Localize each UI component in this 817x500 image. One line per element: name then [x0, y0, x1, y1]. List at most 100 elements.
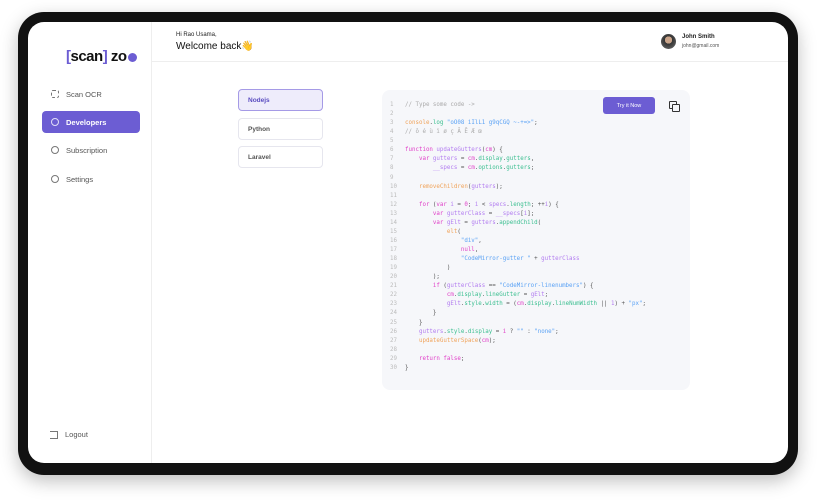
code-token: ); — [405, 274, 440, 281]
code-token: console — [405, 120, 430, 127]
sidebar-item-developers[interactable]: Developers — [42, 111, 140, 133]
code-token: lineNumWidth — [555, 301, 598, 308]
code-editor[interactable]: 1// Type some code -> 2 3 console.log "oO08… — [390, 101, 646, 373]
code-token: } — [405, 364, 409, 371]
line-number: 17 — [390, 247, 397, 253]
code-token: if — [405, 283, 440, 290]
code-line: 11 — [390, 192, 646, 201]
line-number: 14 — [390, 219, 397, 226]
code-token: gElt — [530, 292, 545, 299]
sidebar-item-scan-ocr[interactable]: Scan OCR — [42, 83, 140, 105]
code-token: } — [405, 310, 437, 317]
code-line: 29 return false; — [390, 355, 646, 364]
code-token: style — [446, 328, 465, 335]
code-line: 19 ) — [390, 264, 646, 273]
line-number: 23 — [390, 301, 397, 308]
sidebar-item-settings[interactable]: Settings — [42, 168, 140, 190]
code-token: gutterClass — [443, 210, 486, 217]
gear-icon — [51, 175, 59, 183]
code-token: cm — [516, 301, 524, 308]
line-number: 2 — [390, 111, 394, 118]
line-number: 20 — [390, 274, 397, 281]
code-token: "none" — [534, 328, 556, 335]
code-token: ; ++ — [530, 201, 545, 208]
code-token: options — [478, 165, 503, 172]
logout-label: Logout — [65, 430, 88, 439]
logout-icon — [50, 430, 58, 439]
code-line: 14 var gElt = gutters.appendChild( — [390, 219, 646, 228]
avatar[interactable] — [661, 34, 676, 49]
code-token: "px" — [628, 301, 643, 308]
code-token: gutterClass — [541, 256, 580, 263]
line-number: 24 — [390, 310, 397, 317]
welcome-title: Welcome back👋 — [176, 41, 254, 52]
code-token: cm — [481, 337, 489, 344]
line-number: 27 — [390, 337, 397, 344]
try-it-now-button[interactable]: Try it Now — [603, 97, 655, 114]
code-token: width — [485, 301, 503, 308]
code-line: 30} — [390, 364, 646, 373]
logout-button[interactable]: Logout — [50, 430, 88, 439]
code-token: = — [485, 210, 496, 217]
code-token: // ô é ù ï ø ç Ã Ē Æ œ — [405, 129, 482, 136]
code-token: ) { — [583, 283, 594, 290]
greeting: Hi Rao Usama, — [176, 32, 217, 38]
code-token: gutters — [429, 156, 458, 163]
code-line: 15 elt( — [390, 228, 646, 237]
code-token: = — [457, 165, 468, 172]
code-token: function — [405, 147, 433, 154]
code-token: "div" — [405, 237, 479, 244]
code-line: 8 __specs = cm.options.gutters; — [390, 164, 646, 173]
sidebar-item-label: Settings — [66, 174, 94, 184]
tab-nodejs[interactable]: Nodejs — [238, 89, 323, 111]
line-number: 18 — [390, 256, 397, 263]
code-token: ) — [405, 265, 451, 272]
code-token: ) { — [492, 147, 503, 154]
code-token: // Type some code -> — [405, 102, 475, 108]
code-token: , — [474, 247, 479, 253]
tab-python[interactable]: Python — [238, 118, 323, 140]
code-line: 28 — [390, 346, 646, 355]
copy-icon[interactable] — [669, 101, 680, 112]
line-number: 4 — [390, 129, 394, 136]
code-token: var — [436, 201, 447, 208]
code-token: ); — [488, 337, 496, 344]
code-line: 16 "div", — [390, 237, 646, 246]
code-token: = ( — [502, 301, 517, 308]
code-token: "" — [516, 328, 524, 335]
code-token: cm — [467, 165, 475, 172]
line-number: 25 — [390, 319, 397, 326]
code-line: 17 null, — [390, 246, 646, 255]
code-token: ; — [460, 355, 465, 362]
code-line: 25 } — [390, 319, 646, 328]
code-line: 3 console.log "oO08 iIlL1 g9qCGQ ~-+=>"; — [390, 119, 646, 128]
line-number: 26 — [390, 328, 397, 335]
code-token: ; — [534, 120, 538, 127]
code-token: specs — [488, 201, 507, 208]
code-line: 5 — [390, 137, 646, 146]
code-line: 12 for (var i = 0; i < specs.length; ++i… — [390, 201, 646, 210]
line-number: 9 — [390, 174, 394, 181]
code-token: ]; — [527, 210, 535, 217]
code-token: elt — [405, 228, 458, 235]
code-token: , — [478, 237, 482, 244]
logo: [scan] zo — [66, 48, 137, 65]
code-token: == — [485, 283, 500, 290]
tab-laravel[interactable]: Laravel — [238, 146, 323, 168]
line-number: 5 — [390, 138, 394, 145]
line-number: 15 — [390, 228, 397, 235]
code-token: updateGutterSpace — [405, 337, 479, 344]
code-token: ) + — [614, 301, 629, 308]
sidebar-item-subscription[interactable]: Subscription — [42, 139, 140, 161]
code-token: display — [457, 292, 482, 299]
code-line: 21 if (gutterClass == "CodeMirror-linenu… — [390, 282, 646, 291]
code-token: gutters — [506, 156, 531, 163]
code-token: ); — [495, 183, 503, 190]
line-number: 8 — [390, 165, 394, 172]
code-token: for — [405, 201, 430, 208]
line-number: 29 — [390, 355, 397, 362]
code-token: "CodeMirror-linenumbers" — [499, 283, 584, 290]
code-token: = — [520, 292, 531, 299]
code-line: 13 var gutterClass = __specs[i]; — [390, 210, 646, 219]
code-token: ; — [544, 292, 549, 299]
